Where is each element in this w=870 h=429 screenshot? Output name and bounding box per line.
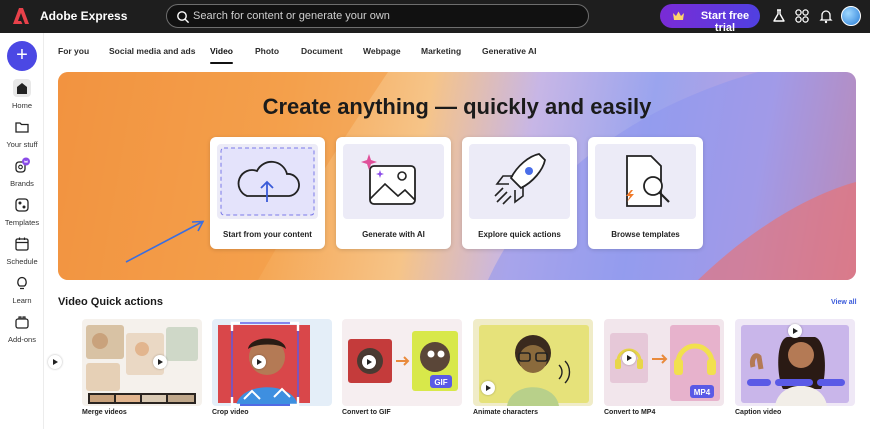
rail-item-your-stuff[interactable]: Your stuff	[0, 118, 44, 149]
hero-card-generate-with-ai[interactable]: Generate with AI	[336, 137, 451, 249]
rail-item-add-ons[interactable]: Add-ons	[0, 313, 44, 344]
rail-item-templates[interactable]: Templates	[0, 196, 44, 227]
card-thumb	[343, 144, 444, 219]
search-icon	[177, 11, 190, 24]
apps-grid-icon[interactable]	[794, 8, 810, 24]
section-title: Video Quick actions	[58, 296, 163, 308]
qa-label: Caption video	[735, 409, 782, 416]
tab-webpage[interactable]: Webpage	[363, 46, 401, 56]
lightbulb-icon	[17, 276, 27, 290]
qa-card-convert-to-mp4[interactable]: MP4	[604, 319, 724, 406]
rail-item-schedule[interactable]: Schedule	[0, 235, 44, 266]
card-thumb	[469, 144, 570, 219]
qa-label: Convert to GIF	[342, 409, 391, 416]
folder-icon	[15, 122, 29, 133]
play-icon	[252, 355, 266, 369]
qa-card-convert-to-gif[interactable]: GIF	[342, 319, 462, 406]
rail-label: Home	[11, 101, 32, 110]
rail-label: Templates	[4, 218, 40, 227]
brand-icon	[15, 157, 30, 173]
crown-icon	[673, 11, 684, 20]
rail-label: Brands	[10, 179, 34, 188]
qa-label: Merge videos	[82, 409, 127, 416]
hero-card-browse-templates[interactable]: Browse templates	[588, 137, 703, 249]
qa-label: Animate characters	[473, 409, 538, 416]
rail-item-learn[interactable]: Learn	[0, 274, 44, 305]
addons-icon	[15, 316, 29, 329]
mp4-badge: MP4	[694, 388, 711, 397]
qa-label: Crop video	[212, 409, 249, 416]
tab-for-you[interactable]: For you	[58, 46, 89, 56]
search-input[interactable]	[193, 8, 573, 24]
app-title[interactable]: Adobe Express	[40, 9, 127, 23]
rail-label: Schedule	[6, 257, 38, 266]
adobe-logo-icon[interactable]	[12, 7, 30, 25]
qa-card-caption-video[interactable]	[735, 319, 855, 406]
calendar-icon	[15, 237, 29, 251]
rail-label: Learn	[12, 296, 32, 305]
qa-card-partial[interactable]	[44, 319, 71, 406]
qa-card-crop-video[interactable]	[212, 319, 332, 406]
qa-card-animate-characters[interactable]	[473, 319, 593, 406]
flask-icon[interactable]	[771, 8, 787, 24]
search-bar[interactable]	[166, 4, 589, 28]
hero-title: Create anything — quickly and easily	[262, 94, 652, 119]
play-icon	[481, 381, 495, 395]
tab-generative-ai[interactable]: Generative AI	[482, 46, 537, 56]
card-label: Browse templates	[611, 230, 680, 239]
merge-videos-thumbnail	[82, 319, 202, 406]
templates-icon	[15, 198, 29, 212]
bell-icon[interactable]	[818, 8, 834, 24]
template-search-icon	[626, 155, 670, 207]
tab-social-media-and-ads[interactable]: Social media and ads	[109, 46, 195, 56]
play-icon	[622, 351, 636, 365]
play-icon	[153, 355, 167, 369]
cloud-upload-icon	[220, 147, 315, 216]
card-label: Explore quick actions	[478, 230, 561, 239]
create-button[interactable]: +	[7, 41, 37, 71]
crop-video-thumbnail	[212, 319, 332, 406]
card-thumb	[217, 144, 318, 219]
gif-badge: GIF	[434, 378, 447, 387]
trial-label: Start free trial	[700, 10, 750, 34]
hero-card-explore-quick-actions[interactable]: Explore quick actions	[462, 137, 577, 249]
play-icon	[48, 355, 62, 369]
convert-to-mp4-thumbnail: MP4	[604, 319, 724, 406]
pointer-arrow	[125, 220, 205, 263]
rocket-icon	[494, 153, 546, 205]
tab-video[interactable]: Video	[210, 46, 233, 64]
qa-card-merge-videos[interactable]	[82, 319, 202, 406]
card-thumb	[595, 144, 696, 219]
rail-label: Add-ons	[8, 335, 36, 344]
start-free-trial-button[interactable]: Start free trial	[660, 4, 760, 34]
view-all-link[interactable]: View all	[831, 299, 857, 306]
qa-label: Convert to MP4	[604, 409, 656, 416]
card-label: Generate with AI	[362, 230, 425, 239]
hero-banner: Create anything — quickly and easily Sta…	[58, 72, 856, 280]
hero-card-start-from-your-content[interactable]: Start from your content	[210, 137, 325, 249]
tab-document[interactable]: Document	[301, 46, 343, 56]
top-bar: Adobe Express Start free trial	[0, 0, 870, 34]
rail-item-brands[interactable]: Brands	[0, 157, 44, 188]
play-icon	[788, 324, 802, 338]
left-rail: + Home Your stuff Brands Templates Sched…	[0, 33, 44, 429]
tab-photo[interactable]: Photo	[255, 46, 279, 56]
card-label: Start from your content	[223, 230, 312, 239]
rail-item-home[interactable]: Home	[0, 79, 44, 110]
home-icon	[13, 79, 31, 97]
plus-icon: +	[16, 44, 28, 66]
avatar[interactable]	[841, 6, 861, 26]
ai-image-icon	[361, 154, 416, 205]
tab-marketing[interactable]: Marketing	[421, 46, 461, 56]
rail-label: Your stuff	[6, 140, 38, 149]
play-icon	[362, 355, 376, 369]
convert-to-gif-thumbnail: GIF	[342, 319, 462, 406]
